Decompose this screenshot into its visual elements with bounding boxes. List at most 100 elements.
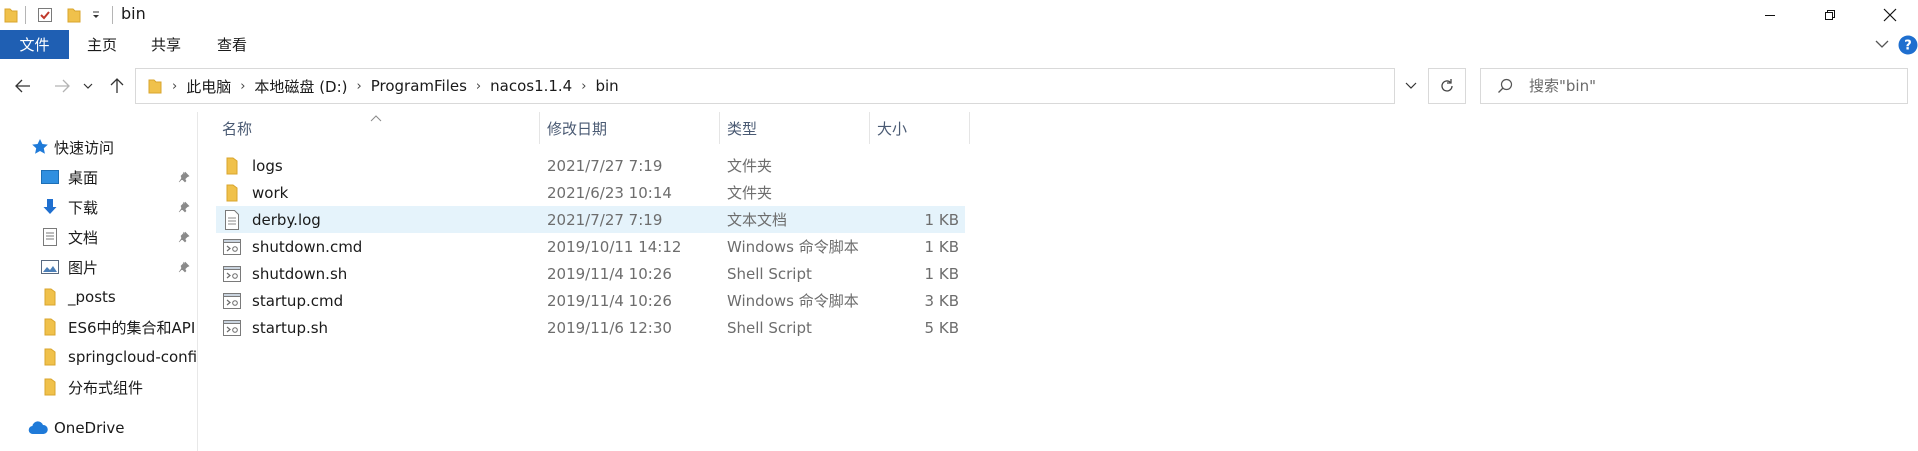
breadcrumb-local-disk[interactable]: 本地磁盘 (D:) <box>249 76 352 97</box>
nav-item-posts[interactable]: _posts <box>0 283 198 311</box>
new-folder-icon[interactable] <box>67 5 81 25</box>
help-icon: ? <box>1898 35 1917 54</box>
tab-view[interactable]: 查看 <box>202 30 262 59</box>
pin-icon[interactable] <box>178 229 190 247</box>
file-name: logs <box>252 156 283 175</box>
desktop-icon <box>40 167 60 187</box>
tab-share[interactable]: 共享 <box>136 30 196 59</box>
search-box[interactable] <box>1480 68 1908 104</box>
pin-icon[interactable] <box>178 259 190 277</box>
file-row[interactable]: work 2021/6/23 10:14 文件夹 <box>216 179 965 206</box>
nav-item-label: springcloud-confi <box>68 348 198 366</box>
file-size: 5 KB <box>924 318 959 337</box>
back-button[interactable] <box>10 73 36 99</box>
recent-locations-button[interactable] <box>80 73 96 99</box>
file-name: work <box>252 183 289 202</box>
nav-item-springcloud[interactable]: springcloud-confi <box>0 343 198 371</box>
folder-icon <box>142 78 168 94</box>
close-button[interactable] <box>1862 0 1918 30</box>
file-name: startup.sh <box>252 318 329 337</box>
address-bar[interactable]: › 此电脑 › 本地磁盘 (D:) › ProgramFiles › nacos… <box>135 68 1395 104</box>
nav-item-documents[interactable]: 文档 <box>0 223 198 251</box>
nav-item-quick-access[interactable]: 快速访问 <box>0 133 198 161</box>
column-header-name[interactable]: 名称 <box>214 112 539 144</box>
up-arrow-icon <box>110 78 124 93</box>
file-type: Shell Script <box>727 264 812 283</box>
nav-item-label: 文档 <box>68 228 99 247</box>
picture-icon <box>40 257 60 277</box>
toolbar-divider <box>25 6 26 24</box>
close-icon <box>1883 8 1897 22</box>
file-date: 2019/11/6 12:30 <box>547 318 672 337</box>
address-history-dropdown[interactable] <box>1398 68 1424 104</box>
nav-item-pictures[interactable]: 图片 <box>0 253 198 281</box>
nav-item-downloads[interactable]: 下载 <box>0 193 198 221</box>
script-file-icon <box>222 237 242 257</box>
refresh-button[interactable] <box>1428 68 1466 104</box>
file-name: shutdown.cmd <box>252 237 363 256</box>
file-date: 2021/7/27 7:19 <box>547 210 663 229</box>
nav-item-label: 桌面 <box>68 168 99 187</box>
folder-icon <box>4 5 18 25</box>
minimize-button[interactable] <box>1742 0 1798 30</box>
breadcrumb-separator-icon: › <box>240 78 246 94</box>
file-size: 1 KB <box>924 264 959 283</box>
download-arrow-icon <box>40 197 60 217</box>
chevron-down-icon <box>83 83 93 89</box>
svg-text:?: ? <box>1904 38 1912 53</box>
file-name: derby.log <box>252 210 321 229</box>
customize-dropdown-icon[interactable] <box>91 5 101 25</box>
properties-checkbox-icon[interactable] <box>37 5 53 25</box>
breadcrumb-nacos[interactable]: nacos1.1.4 <box>485 77 577 95</box>
nav-item-label: ES6中的集合和API <box>68 318 196 337</box>
folder-icon <box>40 377 60 397</box>
restore-button[interactable] <box>1802 0 1858 30</box>
restore-icon <box>1825 10 1835 20</box>
script-file-icon <box>222 264 242 284</box>
forward-button[interactable] <box>49 73 75 99</box>
pin-icon[interactable] <box>178 199 190 217</box>
breadcrumb-programfiles[interactable]: ProgramFiles <box>366 77 472 95</box>
text-file-icon <box>222 209 242 230</box>
help-button[interactable]: ? <box>1897 34 1918 55</box>
breadcrumb-bin[interactable]: bin <box>590 77 623 95</box>
column-divider[interactable] <box>969 112 970 144</box>
navigation-pane: 快速访问 桌面 下载 文档 图片 _posts ES6中的集合和API spri… <box>0 112 198 451</box>
star-icon <box>30 137 50 157</box>
file-date: 2021/7/27 7:19 <box>547 156 663 175</box>
file-type: Windows 命令脚本 <box>727 238 859 256</box>
ribbon-expand-button[interactable] <box>1872 34 1892 54</box>
file-type: Shell Script <box>727 318 812 337</box>
nav-item-es6[interactable]: ES6中的集合和API <box>0 313 198 341</box>
file-row[interactable]: startup.sh 2019/11/6 12:30 Shell Script … <box>216 314 965 341</box>
folder-icon <box>40 317 60 337</box>
file-date: 2019/11/4 10:26 <box>547 291 672 310</box>
document-icon <box>40 227 60 247</box>
nav-item-desktop[interactable]: 桌面 <box>0 163 198 191</box>
column-header-size[interactable]: 大小 <box>869 112 969 144</box>
column-header-type[interactable]: 类型 <box>719 112 869 144</box>
tab-file[interactable]: 文件 <box>0 30 69 59</box>
title-bar: bin <box>0 0 1918 30</box>
search-input[interactable] <box>1529 77 1869 95</box>
file-date: 2019/10/11 14:12 <box>547 237 682 256</box>
breadcrumb-separator-icon: › <box>475 78 482 94</box>
chevron-down-icon <box>1405 82 1417 89</box>
file-name: shutdown.sh <box>252 264 348 283</box>
file-row[interactable]: shutdown.cmd 2019/10/11 14:12 Windows 命令… <box>216 233 965 260</box>
nav-item-onedrive[interactable]: OneDrive <box>0 414 198 442</box>
breadcrumb-this-pc[interactable]: 此电脑 <box>181 76 236 97</box>
forward-arrow-icon <box>55 79 70 93</box>
nav-item-label: 图片 <box>68 258 99 277</box>
column-header-date[interactable]: 修改日期 <box>539 112 719 144</box>
file-row-selected[interactable]: derby.log 2021/7/27 7:19 文本文档 1 KB <box>216 206 965 233</box>
breadcrumb-separator-icon: › <box>356 78 362 94</box>
file-row[interactable]: startup.cmd 2019/11/4 10:26 Windows 命令脚本… <box>216 287 965 314</box>
cloud-icon <box>28 418 48 438</box>
nav-item-distributed[interactable]: 分布式组件 <box>0 373 198 401</box>
tab-home[interactable]: 主页 <box>72 30 132 59</box>
pin-icon[interactable] <box>178 169 190 187</box>
file-row[interactable]: logs 2021/7/27 7:19 文件夹 <box>216 152 965 179</box>
up-button[interactable] <box>104 73 130 99</box>
file-row[interactable]: shutdown.sh 2019/11/4 10:26 Shell Script… <box>216 260 965 287</box>
